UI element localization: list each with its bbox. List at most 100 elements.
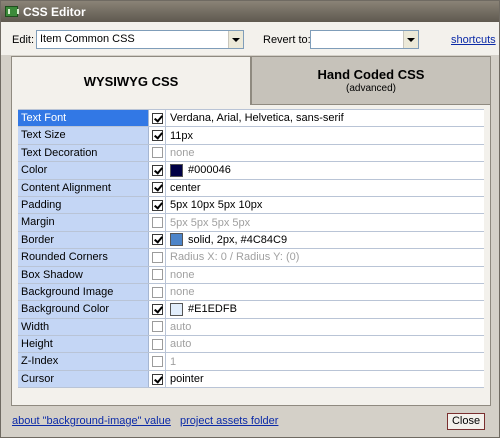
color-swatch[interactable] <box>170 233 183 247</box>
property-row[interactable]: Box Shadow none <box>18 266 484 284</box>
property-row[interactable]: Background Image none <box>18 283 484 302</box>
property-name[interactable]: Background Color <box>18 301 149 318</box>
property-row[interactable]: Color #000046 <box>18 162 484 180</box>
properties-grid: Text Font Verdana, Arial, Helvetica, sans… <box>18 109 484 389</box>
property-row[interactable]: Rounded Corners Radius X: 0 / Radius Y: (… <box>18 249 484 267</box>
property-enabled-checkbox[interactable] <box>151 303 163 315</box>
property-row[interactable]: Text Size 11px <box>18 127 484 145</box>
property-value-text: Verdana, Arial, Helvetica, sans-serif <box>170 112 344 125</box>
property-enabled-checkbox[interactable] <box>151 373 163 385</box>
property-row[interactable]: Content Alignment center <box>18 179 484 197</box>
revert-select[interactable] <box>310 30 419 49</box>
property-row[interactable]: Height auto <box>18 336 484 354</box>
property-value[interactable]: auto <box>166 318 484 336</box>
property-value[interactable]: 1 <box>166 353 484 370</box>
background-image-help-link[interactable]: about "background-image" value <box>12 415 171 427</box>
property-value[interactable]: 5px 5px 5px 5px <box>166 214 484 231</box>
property-name[interactable]: Cursor <box>18 370 149 388</box>
property-enabled-cell <box>149 266 166 283</box>
property-enabled-checkbox[interactable] <box>151 147 163 159</box>
title-bar: CSS Editor <box>1 1 499 22</box>
property-enabled-checkbox[interactable] <box>151 338 163 350</box>
edit-select[interactable]: Item Common CSS <box>36 30 244 49</box>
property-enabled-cell <box>149 249 166 266</box>
property-value[interactable]: auto <box>166 336 484 353</box>
property-name[interactable]: Text Size <box>18 127 149 144</box>
property-value-text: auto <box>170 338 192 351</box>
color-swatch[interactable] <box>170 302 183 316</box>
property-value[interactable]: solid, 2px, #4C84C9 <box>166 231 484 249</box>
property-name[interactable]: Box Shadow <box>18 266 149 283</box>
property-enabled-checkbox[interactable] <box>151 356 163 368</box>
property-enabled-checkbox[interactable] <box>151 182 163 194</box>
property-row[interactable]: Background Color #E1EDFB <box>18 301 484 319</box>
property-value[interactable]: pointer <box>166 370 484 388</box>
property-enabled-checkbox[interactable] <box>151 269 163 281</box>
property-row[interactable]: Text Decoration none <box>18 144 484 163</box>
property-enabled-checkbox[interactable] <box>151 251 163 263</box>
revert-label: Revert to: <box>263 34 311 46</box>
property-value[interactable]: #E1EDFB <box>166 301 484 318</box>
property-row[interactable]: Margin 5px 5px 5px 5px <box>18 214 484 232</box>
property-value[interactable]: 5px 10px 5px 10px <box>166 196 484 214</box>
property-row[interactable]: Z-Index 1 <box>18 353 484 371</box>
shortcuts-link[interactable]: shortcuts <box>451 34 496 46</box>
property-enabled-cell <box>149 370 166 388</box>
toolbar: Edit: Item Common CSS Revert to: shortcu… <box>1 22 499 55</box>
property-name[interactable]: Margin <box>18 214 149 231</box>
property-value-text: none <box>170 286 195 299</box>
property-row[interactable]: Width auto <box>18 318 484 337</box>
property-name[interactable]: Width <box>18 318 149 336</box>
property-name[interactable]: Color <box>18 162 149 179</box>
app-icon <box>5 6 19 17</box>
property-enabled-cell <box>149 127 166 144</box>
property-enabled-cell <box>149 214 166 231</box>
close-button[interactable]: Close <box>447 413 485 430</box>
property-value[interactable]: 11px <box>166 127 484 144</box>
property-value[interactable]: #000046 <box>166 162 484 179</box>
property-enabled-cell <box>149 353 166 370</box>
property-value[interactable]: none <box>166 283 484 301</box>
property-row[interactable]: Cursor pointer <box>18 370 484 389</box>
property-enabled-checkbox[interactable] <box>151 217 163 229</box>
property-value-text: 5px 10px 5px 10px <box>170 199 263 212</box>
project-assets-folder-link[interactable]: project assets folder <box>180 415 278 427</box>
property-name[interactable]: Text Font <box>18 110 149 127</box>
chevron-down-icon[interactable] <box>228 31 243 48</box>
property-value-text: 11px <box>170 129 194 142</box>
chevron-down-icon[interactable] <box>403 31 418 48</box>
property-name[interactable]: Rounded Corners <box>18 249 149 266</box>
tab-wysiwyg-css[interactable]: WYSIWYG CSS <box>11 56 251 105</box>
property-name[interactable]: Text Decoration <box>18 144 149 162</box>
property-value[interactable]: Verdana, Arial, Helvetica, sans-serif <box>166 110 484 127</box>
property-value[interactable]: Radius X: 0 / Radius Y: (0) <box>166 249 484 266</box>
property-row[interactable]: Text Font Verdana, Arial, Helvetica, sans… <box>18 110 484 128</box>
property-name[interactable]: Background Image <box>18 283 149 301</box>
property-value-text: Radius X: 0 / Radius Y: (0) <box>170 251 300 264</box>
property-enabled-checkbox[interactable] <box>151 286 163 298</box>
css-editor-window: CSS Editor Edit: Item Common CSS Revert … <box>0 0 500 438</box>
property-enabled-checkbox[interactable] <box>151 321 163 333</box>
property-value[interactable]: none <box>166 266 484 283</box>
property-row[interactable]: Padding 5px 10px 5px 10px <box>18 196 484 215</box>
property-name[interactable]: Padding <box>18 196 149 214</box>
property-name[interactable]: Height <box>18 336 149 353</box>
color-swatch[interactable] <box>170 163 183 177</box>
property-enabled-checkbox[interactable] <box>151 234 163 246</box>
property-value[interactable]: none <box>166 144 484 162</box>
property-name[interactable]: Z-Index <box>18 353 149 370</box>
property-name[interactable]: Border <box>18 231 149 249</box>
property-value-text: auto <box>170 320 192 333</box>
property-value-text: pointer <box>170 373 204 386</box>
property-enabled-checkbox[interactable] <box>151 112 163 124</box>
tab-hand-coded-css[interactable]: Hand Coded CSS (advanced) <box>251 56 491 105</box>
property-enabled-cell <box>149 231 166 249</box>
property-enabled-checkbox[interactable] <box>151 164 163 176</box>
edit-select-value: Item Common CSS <box>40 33 135 45</box>
property-name[interactable]: Content Alignment <box>18 179 149 196</box>
property-value[interactable]: center <box>166 179 484 196</box>
property-value-text: none <box>170 146 195 159</box>
property-enabled-checkbox[interactable] <box>151 130 163 142</box>
property-enabled-checkbox[interactable] <box>151 199 163 211</box>
property-row[interactable]: Border solid, 2px, #4C84C9 <box>18 231 484 250</box>
